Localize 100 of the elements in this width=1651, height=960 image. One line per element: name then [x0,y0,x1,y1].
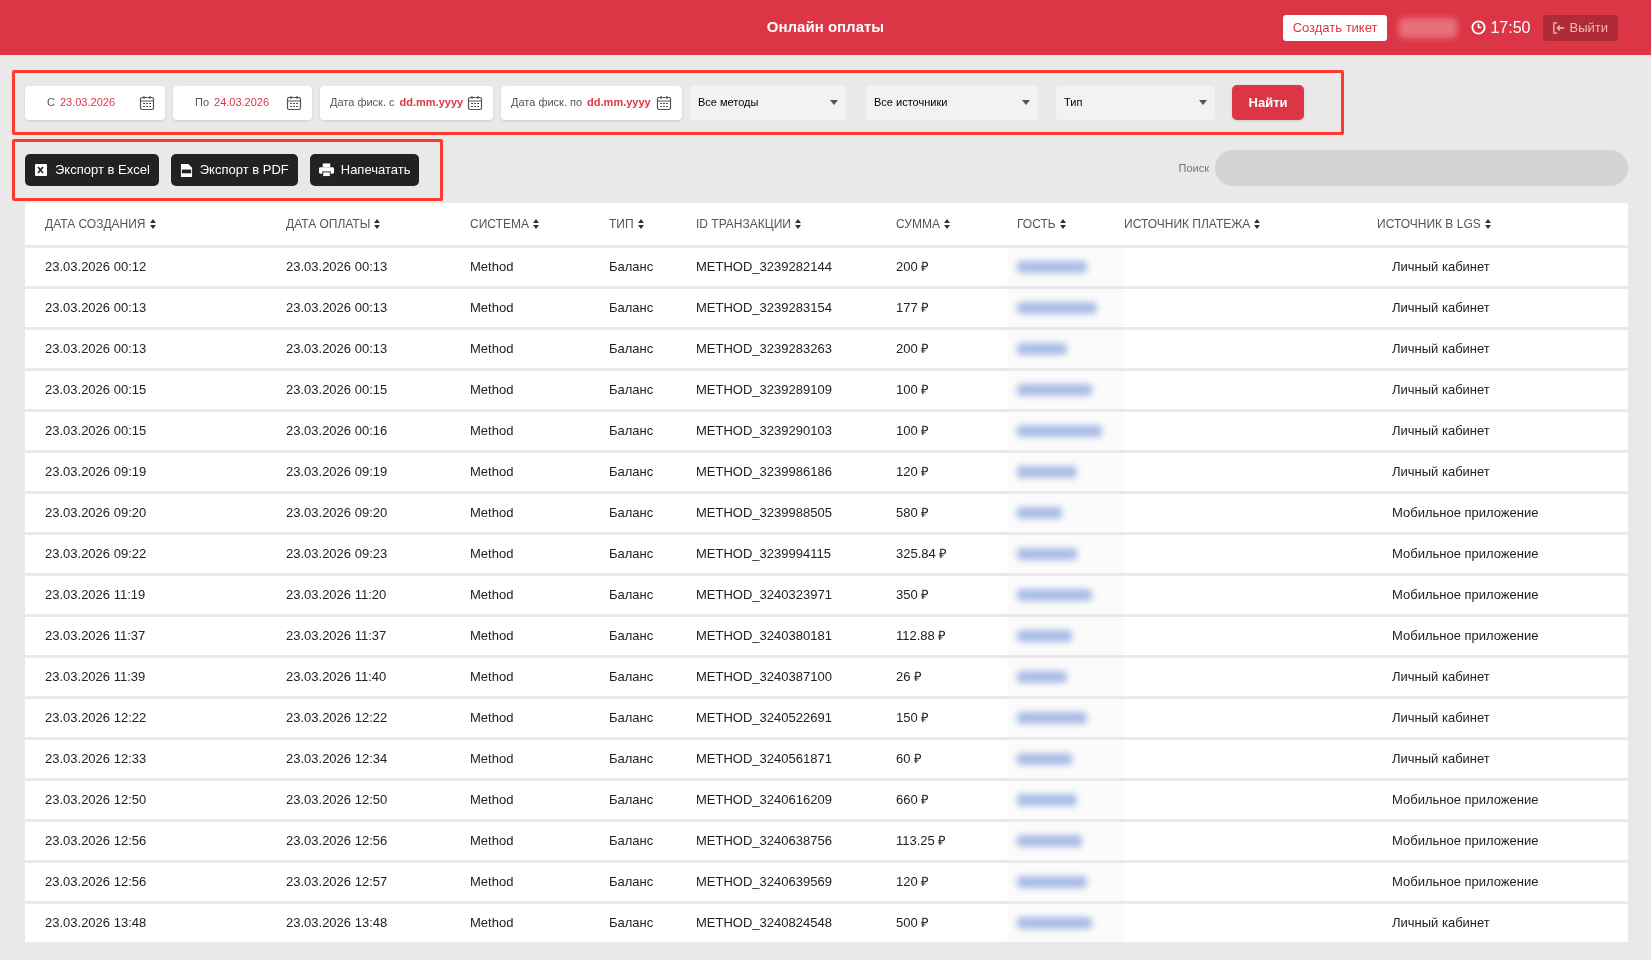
logout-button[interactable]: Выйти [1542,14,1618,41]
table-cell-text: Баланс [609,299,655,318]
table-cell-text: 200 ₽ [896,340,931,359]
table-row[interactable]: 23.03.2026 09:20 23.03.2026 09:20 Method Баланс METHOD_3239988505 580 ₽ Мобильное приложение [25,494,1628,532]
table-row[interactable]: 23.03.2026 12:22 23.03.2026 12:22 Method Баланс METHOD_3240522691 150 ₽ Личный кабинет [25,699,1628,737]
table-cell-text: 23.03.2026 00:13 [45,340,148,359]
table-cell-text: 23.03.2026 00:13 [286,258,389,277]
table-cell-text: 100 ₽ [896,381,931,400]
export-button[interactable]: Напечатать [309,154,420,186]
sort-icon [532,219,539,229]
table-cell-text: 23.03.2026 00:13 [286,299,389,318]
table-row[interactable]: 23.03.2026 12:33 23.03.2026 12:34 Method Баланс METHOD_3240561871 60 ₽ Личный кабинет [25,740,1628,778]
table-cell-text: 23.03.2026 09:23 [286,545,389,564]
clock-icon [1471,20,1487,35]
column-header[interactable]: ИСТОЧНИК В LGS [1377,215,1628,233]
calendar-icon [139,94,155,111]
calendar-icon [467,94,483,111]
date-field[interactable]: Дата фиск. с dd.mm.yyyy [320,85,493,120]
column-header[interactable]: ТИП [609,215,696,233]
export-button[interactable]: Экспорт в PDF [170,154,298,186]
table-cell-text: METHOD_3239986186 [696,463,833,482]
calendar-icon [656,94,672,111]
table-cell-text: Баланс [609,545,655,564]
table-cell-text: 120 ₽ [896,463,931,482]
table-row[interactable]: 23.03.2026 12:56 23.03.2026 12:57 Method Баланс METHOD_3240639569 120 ₽ Мобильное приложение [25,863,1628,901]
table-cell-text: Method [470,504,515,523]
table-cell-text: Личный кабинет [1391,381,1491,400]
table-cell-text: 23.03.2026 11:19 [45,586,147,605]
table-cell-text: Баланс [609,340,655,359]
table-cell-text: 23.03.2026 00:16 [286,422,389,441]
table-cell-text: METHOD_3240387100 [696,668,833,687]
table-cell-text: METHOD_3239994115 [696,545,832,564]
date-field[interactable]: С 23.03.2026 [25,85,165,120]
table-row[interactable]: 23.03.2026 00:13 23.03.2026 00:13 Method Баланс METHOD_3239283263 200 ₽ Личный кабинет [25,330,1628,368]
page-title: Онлайн оплаты [766,18,885,36]
table-cell-text: 23.03.2026 12:50 [45,791,148,810]
table-cell-text: Баланс [609,668,655,687]
table-cell-text: 23.03.2026 11:37 [286,627,388,646]
table-cell-text: 660 ₽ [896,791,931,810]
dropdown[interactable]: Все источники [866,85,1038,120]
table-cell-text: 23.03.2026 00:15 [45,381,148,400]
dropdown[interactable]: Тип [1056,85,1215,120]
find-button[interactable]: Найти [1232,85,1304,120]
sort-icon [1484,219,1491,229]
table-cell-text: 113.25 ₽ [896,832,948,851]
table-cell-text: Мобильное приложение [1391,627,1540,646]
sort-icon [637,219,644,229]
create-ticket-button[interactable]: Создать тикет [1282,14,1388,41]
table-cell-text: Method [470,299,515,318]
table-row[interactable]: 23.03.2026 12:56 23.03.2026 12:56 Method Баланс METHOD_3240638756 113.25 ₽ Мобильное приложение [25,822,1628,860]
table-cell-text: Баланс [609,873,655,892]
column-header[interactable]: ДАТА ОПЛАТЫ [286,215,470,233]
column-header[interactable]: ГОСТЬ [1017,215,1124,233]
table-cell-text: Личный кабинет [1391,258,1491,277]
calendar-icon [286,94,302,111]
table-cell-text: 23.03.2026 11:40 [286,668,388,687]
table-cell-text: 60 ₽ [896,750,924,769]
table-row[interactable]: 23.03.2026 11:19 23.03.2026 11:20 Method Баланс METHOD_3240323971 350 ₽ Мобильное приложение [25,576,1628,614]
table-cell-text: METHOD_3239282144 [696,258,833,277]
table-cell-text: 23.03.2026 12:57 [286,873,389,892]
table-row[interactable]: 23.03.2026 00:15 23.03.2026 00:15 Method Баланс METHOD_3239289109 100 ₽ Личный кабинет [25,371,1628,409]
table-cell-text: 23.03.2026 12:22 [45,709,148,728]
column-header[interactable]: ДАТА СОЗДАНИЯ [45,215,286,233]
column-header[interactable]: СУММА [896,215,1017,233]
table-cell-text: Баланс [609,914,655,933]
column-header[interactable]: ID ТРАНЗАКЦИИ [696,215,896,233]
dropdown[interactable]: Все методы [690,85,846,120]
table-row[interactable]: 23.03.2026 00:15 23.03.2026 00:16 Method Баланс METHOD_3239290103 100 ₽ Личный кабинет [25,412,1628,450]
sort-icon [149,219,156,229]
date-field[interactable]: По 24.03.2026 [173,85,312,120]
table-row[interactable]: 23.03.2026 00:13 23.03.2026 00:13 Method Баланс METHOD_3239283154 177 ₽ Личный кабинет [25,289,1628,327]
blurred-user-name [1399,17,1458,38]
search-label: Поиск [1178,160,1209,176]
table-row[interactable]: 23.03.2026 00:12 23.03.2026 00:13 Method Баланс METHOD_3239282144 200 ₽ Личный кабинет [25,248,1628,286]
blurred-guest-name [1017,630,1072,642]
table-cell-text: 23.03.2026 12:56 [286,832,389,851]
table-cell-text: 325.84 ₽ [896,545,949,564]
table-cell-text: Личный кабинет [1391,463,1491,482]
sort-icon [1254,219,1261,229]
table-cell-text: Method [470,627,515,646]
caret-icon [830,100,838,105]
caret-icon [1199,100,1207,105]
table-cell-text: 23.03.2026 00:15 [45,422,148,441]
table-row[interactable]: 23.03.2026 09:22 23.03.2026 09:23 Method Баланс METHOD_3239994115 325.84 ₽ Мобильное приложение [25,535,1628,573]
blurred-guest-name [1017,835,1082,847]
export-button[interactable]: Экспорт в Excel [25,154,159,186]
table-cell-text: 177 ₽ [896,299,931,318]
table-cell-text: 500 ₽ [896,914,931,933]
column-header[interactable]: СИСТЕМА [470,215,609,233]
table-cell-text: Method [470,340,515,359]
date-field[interactable]: Дата фиск. по dd.mm.yyyy [501,85,682,120]
table-cell-text: 26 ₽ [896,668,924,687]
table-cell-text: Личный кабинет [1391,914,1491,933]
table-cell-text: Method [470,791,515,810]
table-row[interactable]: 23.03.2026 12:50 23.03.2026 12:50 Method Баланс METHOD_3240616209 660 ₽ Мобильное приложение [25,781,1628,819]
table-row[interactable]: 23.03.2026 13:48 23.03.2026 13:48 Method Баланс METHOD_3240824548 500 ₽ Личный кабинет [25,904,1628,942]
table-row[interactable]: 23.03.2026 09:19 23.03.2026 09:19 Method Баланс METHOD_3239986186 120 ₽ Личный кабинет [25,453,1628,491]
column-header[interactable]: ИСТОЧНИК ПЛАТЕЖА [1124,215,1377,233]
table-row[interactable]: 23.03.2026 11:37 23.03.2026 11:37 Method Баланс METHOD_3240380181 112.88 ₽ Мобильное приложение [25,617,1628,655]
table-row[interactable]: 23.03.2026 11:39 23.03.2026 11:40 Method Баланс METHOD_3240387100 26 ₽ Личный кабинет [25,658,1628,696]
